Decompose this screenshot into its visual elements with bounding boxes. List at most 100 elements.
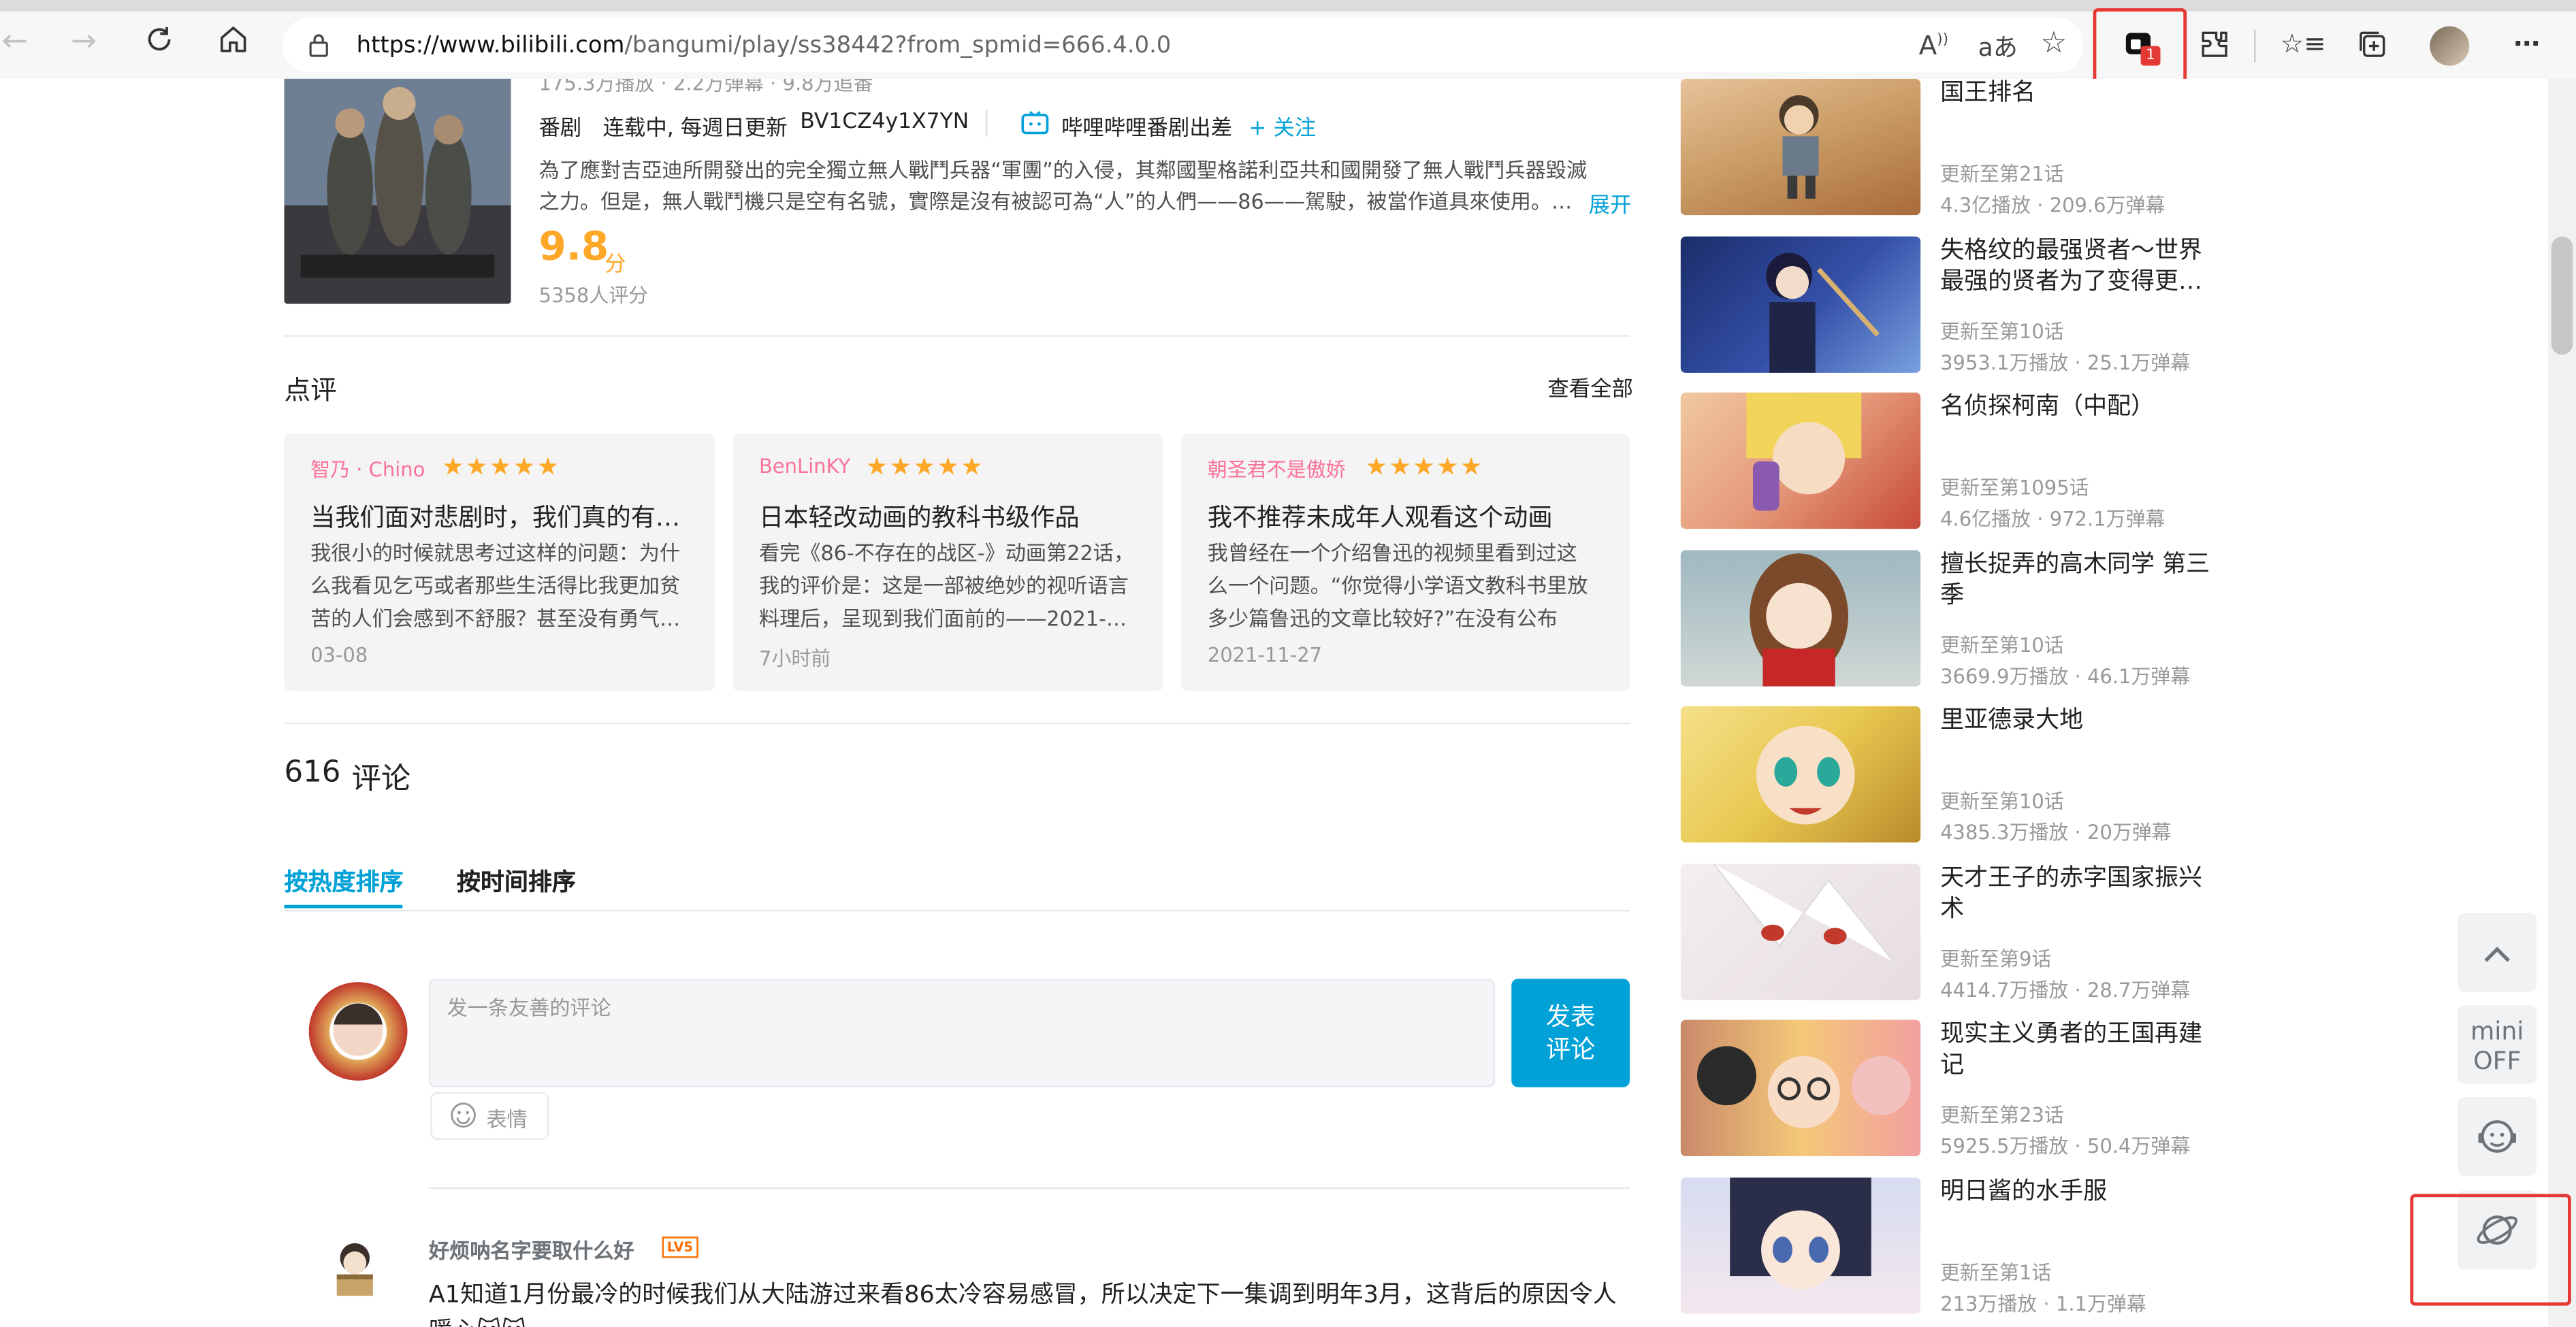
mini-player-toggle[interactable]: mini OFF <box>2458 1004 2537 1084</box>
scrollbar-thumb[interactable] <box>2551 236 2573 355</box>
sidebar-item[interactable]: 现实主义勇者的王国再建记 更新至第23话 5925.5万播放 · 50.4万弹幕 <box>1680 1019 2223 1158</box>
sidebar-thumbnail[interactable] <box>1680 392 1921 529</box>
sidebar-update: 更新至第23话 <box>1940 1103 2064 1127</box>
toolbar-divider <box>2254 29 2256 63</box>
mini-label: mini <box>2470 1016 2524 1047</box>
sidebar-item[interactable]: 名侦探柯南（中配） 更新至第1095话 4.6亿播放 · 972.1万弹幕 <box>1680 392 2223 530</box>
sidebar-update: 更新至第21话 <box>1940 162 2064 186</box>
sidebar-thumbnail[interactable] <box>1680 706 1921 843</box>
sidebar-title[interactable]: 天才王子的赤字国家振兴术 <box>1940 864 2219 926</box>
sidebar-thumbnail[interactable] <box>1680 78 1921 216</box>
sidebar-thumbnail[interactable] <box>1680 864 1921 1000</box>
comment-input[interactable]: 发一条友善的评论 <box>428 979 1496 1087</box>
sidebar-title[interactable]: 国王排名 <box>1940 79 2219 110</box>
score-unit: 分 <box>605 252 626 278</box>
commenter-name[interactable]: 好烦呐名字要取什么好 <box>429 1233 634 1264</box>
sidebar-stats: 5925.5万播放 · 50.4万弹幕 <box>1940 1134 2191 1158</box>
back-icon[interactable]: ← <box>0 23 33 59</box>
sidebar-stats: 4.3亿播放 · 209.6万弹幕 <box>1940 193 2166 217</box>
user-avatar <box>333 1003 383 1056</box>
review-user[interactable]: BenLinKY <box>759 455 850 478</box>
tab-divider <box>284 909 1630 912</box>
sidebar-update: 更新至第10话 <box>1940 320 2064 344</box>
sidebar-title[interactable]: 里亚德录大地 <box>1940 706 2219 738</box>
url-host: https://www.bilibili.com <box>356 33 625 59</box>
extensions-icon[interactable] <box>2198 28 2231 61</box>
reviews-title: 点评 <box>284 374 337 406</box>
follow-button[interactable]: + 关注 <box>1249 110 1316 141</box>
review-date: 7小时前 <box>758 646 831 670</box>
emoji-icon <box>450 1102 477 1134</box>
active-tab-underline <box>284 904 403 908</box>
address-bar[interactable]: https://www.bilibili.com/bangumi/play/ss… <box>283 18 2084 73</box>
tab-strip <box>0 0 2576 12</box>
review-user[interactable]: 朝圣君不是傲娇 <box>1208 455 1346 482</box>
sidebar-title[interactable]: 失格纹的最强贤者～世界最强的贤者为了变得更… <box>1940 237 2219 299</box>
collections-icon[interactable] <box>2356 28 2389 61</box>
sidebar-thumbnail[interactable] <box>1680 236 1921 373</box>
url-path: /bangumi/play/ss38442?from_spmid=666.4.0… <box>624 33 1172 59</box>
section-divider <box>284 722 1630 725</box>
comment-count: 616 <box>284 755 341 790</box>
anime-poster[interactable] <box>284 78 511 304</box>
review-card[interactable]: 朝圣君不是傲娇 ★★★★★ 我不推荐未成年人观看这个动画 我曾经在一个介绍鲁迅的… <box>1181 433 1630 691</box>
review-user[interactable]: 智乃 · Chino <box>310 455 425 482</box>
sort-by-time-tab[interactable]: 按时间排序 <box>457 864 576 898</box>
sidebar-item[interactable]: 天才王子的赤字国家振兴术 更新至第9话 4414.7万播放 · 28.7万弹幕 <box>1680 864 2223 1002</box>
sidebar-thumbnail[interactable] <box>1680 1177 1921 1314</box>
review-title[interactable]: 当我们面对悲剧时，我们真的有… <box>310 499 680 534</box>
media-bvid[interactable]: BV1CZ4y1X7YN <box>800 110 969 135</box>
sidebar-plays: 3953.1万播放 <box>1940 351 2069 375</box>
customer-service-button[interactable] <box>2458 1097 2537 1176</box>
section-divider <box>284 335 1630 337</box>
sidebar-item[interactable]: 明日酱的水手服 更新至第1话 213万播放 · 1.1万弹幕 <box>1680 1177 2223 1315</box>
translate-icon[interactable]: aあ <box>1978 29 2018 64</box>
sidebar-thumbnail[interactable] <box>1680 550 1921 687</box>
page-scrollbar[interactable] <box>2548 78 2576 1327</box>
profile-avatar[interactable] <box>2430 26 2470 66</box>
forward-icon[interactable]: → <box>66 23 102 59</box>
review-body: 我很小的时候就思考过这样的问题：为什么我看见乞丐或者那些生活得比我更加贫苦的人们… <box>310 540 681 631</box>
sidebar-stats: 3669.9万播放 · 46.1万弹幕 <box>1940 665 2191 689</box>
sidebar-update: 更新至第10话 <box>1940 634 2064 657</box>
sidebar-title[interactable]: 明日酱的水手服 <box>1940 1177 2219 1209</box>
sidebar-danmaku: 50.4万弹幕 <box>2087 1134 2191 1158</box>
sidebar-title[interactable]: 名侦探柯南（中配） <box>1940 393 2219 424</box>
favorite-add-icon[interactable]: ☆ <box>2040 27 2067 61</box>
sidebar-item[interactable]: 擅长捉弄的高木同学 第三季 更新至第10话 3669.9万播放 · 46.1万弹… <box>1680 550 2223 689</box>
review-title[interactable]: 我不推荐未成年人观看这个动画 <box>1208 499 1553 534</box>
sidebar-item[interactable]: 里亚德录大地 更新至第10话 4385.3万播放 · 20万弹幕 <box>1680 706 2223 845</box>
emoji-button[interactable]: 表情 <box>430 1092 549 1140</box>
sidebar-danmaku: 25.1万弹幕 <box>2087 351 2191 375</box>
favorites-icon[interactable]: ☆≡ <box>2281 28 2326 61</box>
publisher-name[interactable]: 哔哩哔哩番剧出差 <box>1061 110 1232 141</box>
media-stats: 175.3万播放 · 2.2万弹幕 · 9.8万追番 <box>538 78 873 95</box>
review-title[interactable]: 日本轻改动画的教科书级作品 <box>759 499 1080 534</box>
refresh-icon[interactable] <box>142 23 178 59</box>
lock-icon[interactable] <box>307 31 330 64</box>
review-card[interactable]: BenLinKY ★★★★★ 日本轻改动画的教科书级作品 看完《86-不存在的战… <box>732 433 1163 691</box>
commenter-avatar[interactable] <box>322 1234 388 1301</box>
sidebar-update: 更新至第1095话 <box>1940 476 2089 499</box>
user-avatar-frame[interactable] <box>308 982 408 1081</box>
screenshot-root: ← → https://www.bilibili.com/bangumi/pla… <box>0 0 2576 1327</box>
sidebar-item[interactable]: 失格纹的最强贤者～世界最强的贤者为了变得更… 更新至第10话 3953.1万播放… <box>1680 236 2223 375</box>
sidebar-plays: 4385.3万播放 <box>1940 821 2069 845</box>
read-aloud-icon[interactable]: A)) <box>1919 29 1948 61</box>
expand-link[interactable]: 展开 <box>1589 187 1632 218</box>
back-to-top-button[interactable] <box>2458 913 2537 992</box>
sort-by-hot-tab[interactable]: 按热度排序 <box>285 864 404 898</box>
home-icon[interactable] <box>215 23 251 59</box>
review-card[interactable]: 智乃 · Chino ★★★★★ 当我们面对悲剧时，我们真的有… 我很小的时候就… <box>284 433 715 691</box>
more-icon[interactable]: ⋯ <box>2511 28 2543 61</box>
media-status: 连载中, 每週日更新 <box>602 116 788 142</box>
sidebar-thumbnail[interactable] <box>1680 1019 1921 1156</box>
url-text[interactable]: https://www.bilibili.com/bangumi/play/ss… <box>357 33 1172 59</box>
submit-comment-button[interactable]: 发表 评论 <box>1511 979 1630 1087</box>
sidebar-title[interactable]: 现实主义勇者的王国再建记 <box>1940 1020 2219 1083</box>
headset-icon <box>2478 1120 2516 1153</box>
reviews-view-all[interactable]: 查看全部 <box>1547 371 1633 402</box>
sidebar-title[interactable]: 擅长捉弄的高木同学 第三季 <box>1940 550 2219 612</box>
emoji-label: 表情 <box>486 1107 528 1132</box>
sidebar-item[interactable]: 国王排名 更新至第21话 4.3亿播放 · 209.6万弹幕 <box>1680 78 2223 217</box>
